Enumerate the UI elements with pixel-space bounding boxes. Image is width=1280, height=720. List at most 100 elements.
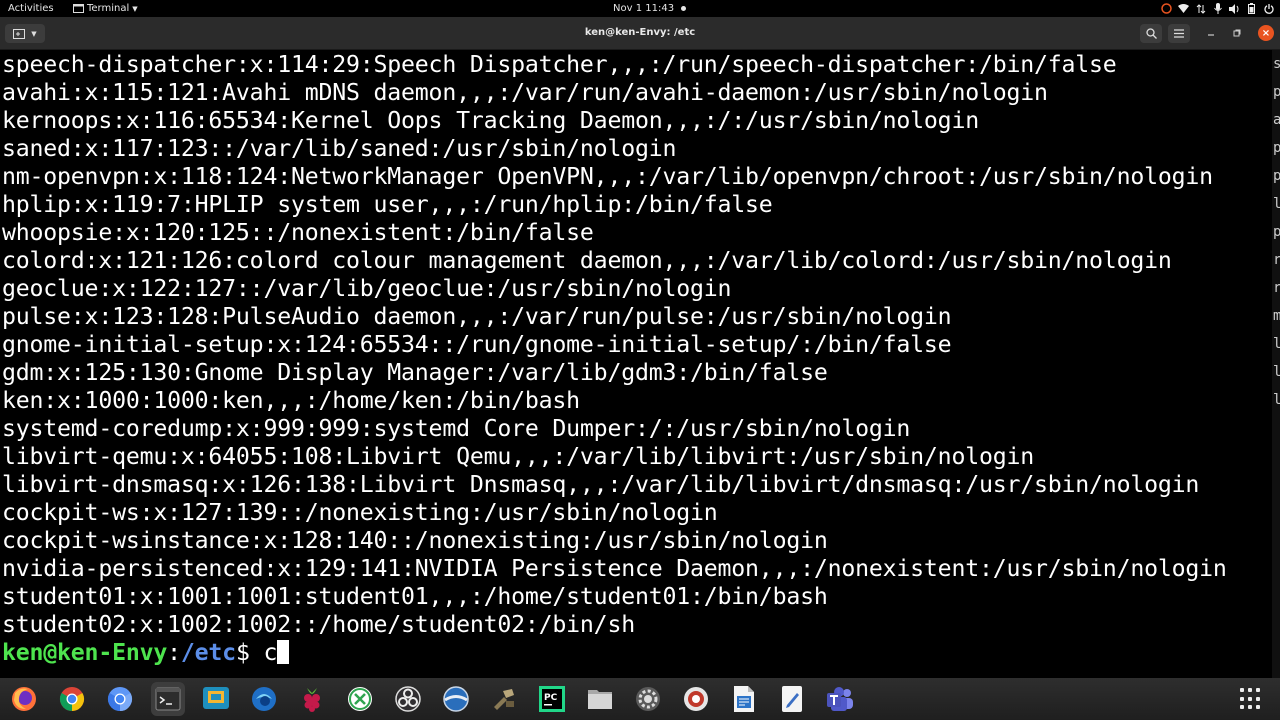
- app-menu-label: Terminal: [87, 3, 130, 14]
- dock-firefox[interactable]: [7, 682, 41, 716]
- search-icon: [1145, 28, 1157, 39]
- show-applications-button[interactable]: [1240, 688, 1264, 710]
- app-menu[interactable]: Terminal ▼: [73, 3, 138, 14]
- dock-files[interactable]: [583, 682, 617, 716]
- tools-icon: [494, 689, 514, 710]
- prompt-colon: :: [167, 639, 181, 666]
- dock-teams[interactable]: [823, 682, 857, 716]
- dock-vpn[interactable]: [439, 682, 473, 716]
- vpn-icon: [443, 686, 469, 712]
- system-tray[interactable]: [1161, 1, 1274, 16]
- chromium-icon: [107, 687, 133, 711]
- background-glyph: s: [1273, 56, 1280, 72]
- text-editor-icon: [782, 686, 802, 712]
- dock-pycharm[interactable]: PC: [535, 682, 569, 716]
- remote-desktop-icon: [348, 687, 372, 711]
- terminal-line: hplip:x:119:7:HPLIP system user,,,:/run/…: [2, 191, 773, 218]
- dock-settings[interactable]: [631, 682, 665, 716]
- terminal-output[interactable]: speech-dispatcher:x:114:29:Speech Dispat…: [0, 50, 1272, 678]
- background-glyph: a: [1273, 112, 1280, 128]
- obs-icon: [395, 686, 421, 712]
- background-glyph: r: [1273, 252, 1280, 268]
- vm-icon: [684, 687, 708, 711]
- network-icon[interactable]: [1195, 3, 1206, 14]
- wifi-icon[interactable]: [1178, 3, 1189, 14]
- minimize-button[interactable]: [1204, 26, 1218, 40]
- terminal-line: speech-dispatcher:x:114:29:Speech Dispat…: [2, 51, 1117, 78]
- prompt-line[interactable]: ken@ken-Envy:/etc$ c: [2, 639, 1227, 667]
- terminal-lines: speech-dispatcher:x:114:29:Speech Dispat…: [2, 51, 1227, 667]
- notification-dot-icon: [681, 6, 687, 11]
- background-glyph: m: [1273, 308, 1280, 324]
- clock[interactable]: Nov 1 11:43: [613, 3, 687, 14]
- terminal-line: geoclue:x:122:127::/var/lib/geoclue:/usr…: [2, 275, 732, 302]
- terminal-line: nm-openvpn:x:118:124:NetworkManager Open…: [2, 163, 1213, 190]
- background-glyph: l: [1273, 364, 1280, 380]
- terminal-line: whoopsie:x:120:125::/nonexistent:/bin/fa…: [2, 219, 594, 246]
- ubuntu-update-icon[interactable]: [1161, 3, 1172, 14]
- command-input[interactable]: c: [263, 639, 277, 666]
- terminal-line: saned:x:117:123::/var/lib/saned:/usr/sbi…: [2, 135, 677, 162]
- search-button[interactable]: [1140, 24, 1162, 43]
- pycharm-icon: PC: [539, 686, 565, 712]
- virt-manager-icon: [203, 687, 229, 709]
- menu-button[interactable]: [1168, 24, 1190, 43]
- background-glyph: p: [1273, 224, 1280, 240]
- terminal-line: pulse:x:123:128:PulseAudio daemon,,,:/va…: [2, 303, 952, 330]
- background-glyph: p: [1273, 140, 1280, 156]
- clock-label: Nov 1 11:43: [613, 3, 675, 14]
- dock-raspberry[interactable]: [295, 682, 329, 716]
- dock-chromium[interactable]: [103, 682, 137, 716]
- svg-text:PC: PC: [544, 693, 558, 703]
- terminal-line: ken:x:1000:1000:ken,,,:/home/ken:/bin/ba…: [2, 387, 580, 414]
- dock-chrome[interactable]: [55, 682, 89, 716]
- prompt-path: /etc: [180, 639, 236, 666]
- close-button[interactable]: ×: [1258, 25, 1274, 41]
- terminal-line: kernoops:x:116:65534:Kernel Oops Trackin…: [2, 107, 979, 134]
- firefox-icon: [12, 687, 36, 711]
- activities-button[interactable]: Activities: [8, 3, 54, 14]
- dock-terminal[interactable]: [151, 682, 185, 716]
- hamburger-icon: [1174, 29, 1184, 38]
- terminal-line: student02:x:1002:1002::/home/student02:/…: [2, 611, 635, 638]
- dock-tools[interactable]: [487, 682, 521, 716]
- window-title: ken@ken-Envy: /etc: [584, 27, 696, 38]
- terminal-line: gdm:x:125:130:Gnome Display Manager:/var…: [2, 359, 828, 386]
- terminal-line: systemd-coredump:x:999:999:systemd Core …: [2, 415, 911, 442]
- battery-icon[interactable]: [1246, 3, 1257, 14]
- terminal-line: libvirt-qemu:x:64055:108:Libvirt Qemu,,,…: [2, 443, 1035, 470]
- window-titlebar: ▼ ken@ken-Envy: /etc ×: [0, 17, 1280, 50]
- browser-icon: [252, 687, 276, 711]
- terminal-line: cockpit-ws:x:127:139::/nonexisting:/usr/…: [2, 499, 718, 526]
- prompt-symbol: $: [235, 639, 264, 666]
- microphone-icon[interactable]: [1212, 3, 1223, 14]
- power-menu-icon[interactable]: [1263, 3, 1274, 14]
- dock-virt-manager[interactable]: [199, 682, 233, 716]
- minimize-icon: [1208, 34, 1214, 36]
- maximize-button[interactable]: [1230, 26, 1244, 40]
- chevron-down-icon: ▼: [132, 4, 138, 13]
- background-glyph: l: [1273, 336, 1280, 352]
- background-glyph: r: [1273, 280, 1280, 296]
- volume-icon[interactable]: [1229, 3, 1240, 14]
- terminal-line: libvirt-dnsmasq:x:126:138:Libvirt Dnsmas…: [2, 471, 1200, 498]
- background-glyph: l: [1273, 392, 1280, 408]
- close-icon: ×: [1261, 27, 1271, 39]
- dock-vm[interactable]: [679, 682, 713, 716]
- terminal-line: gnome-initial-setup:x:124:65534::/run/gn…: [2, 331, 952, 358]
- terminal-line: avahi:x:115:121:Avahi mDNS daemon,,,:/va…: [2, 79, 1048, 106]
- writer-icon: [734, 686, 754, 712]
- background-glyph: p: [1273, 84, 1280, 100]
- dock-obs[interactable]: [391, 682, 425, 716]
- dock-writer[interactable]: [727, 682, 761, 716]
- terminal-line: student01:x:1001:1001:student01,,,:/home…: [2, 583, 828, 610]
- raspberry-icon: [304, 688, 320, 712]
- dock-remote-desktop[interactable]: [343, 682, 377, 716]
- terminal-icon: [155, 687, 181, 711]
- dock-text-editor[interactable]: [775, 682, 809, 716]
- dock-browser[interactable]: [247, 682, 281, 716]
- background-glyph: p: [1273, 168, 1280, 184]
- terminal-line: colord:x:121:126:colord colour managemen…: [2, 247, 1172, 274]
- dock: PC: [0, 678, 1280, 720]
- terminal-line: cockpit-wsinstance:x:128:140::/nonexisti…: [2, 527, 828, 554]
